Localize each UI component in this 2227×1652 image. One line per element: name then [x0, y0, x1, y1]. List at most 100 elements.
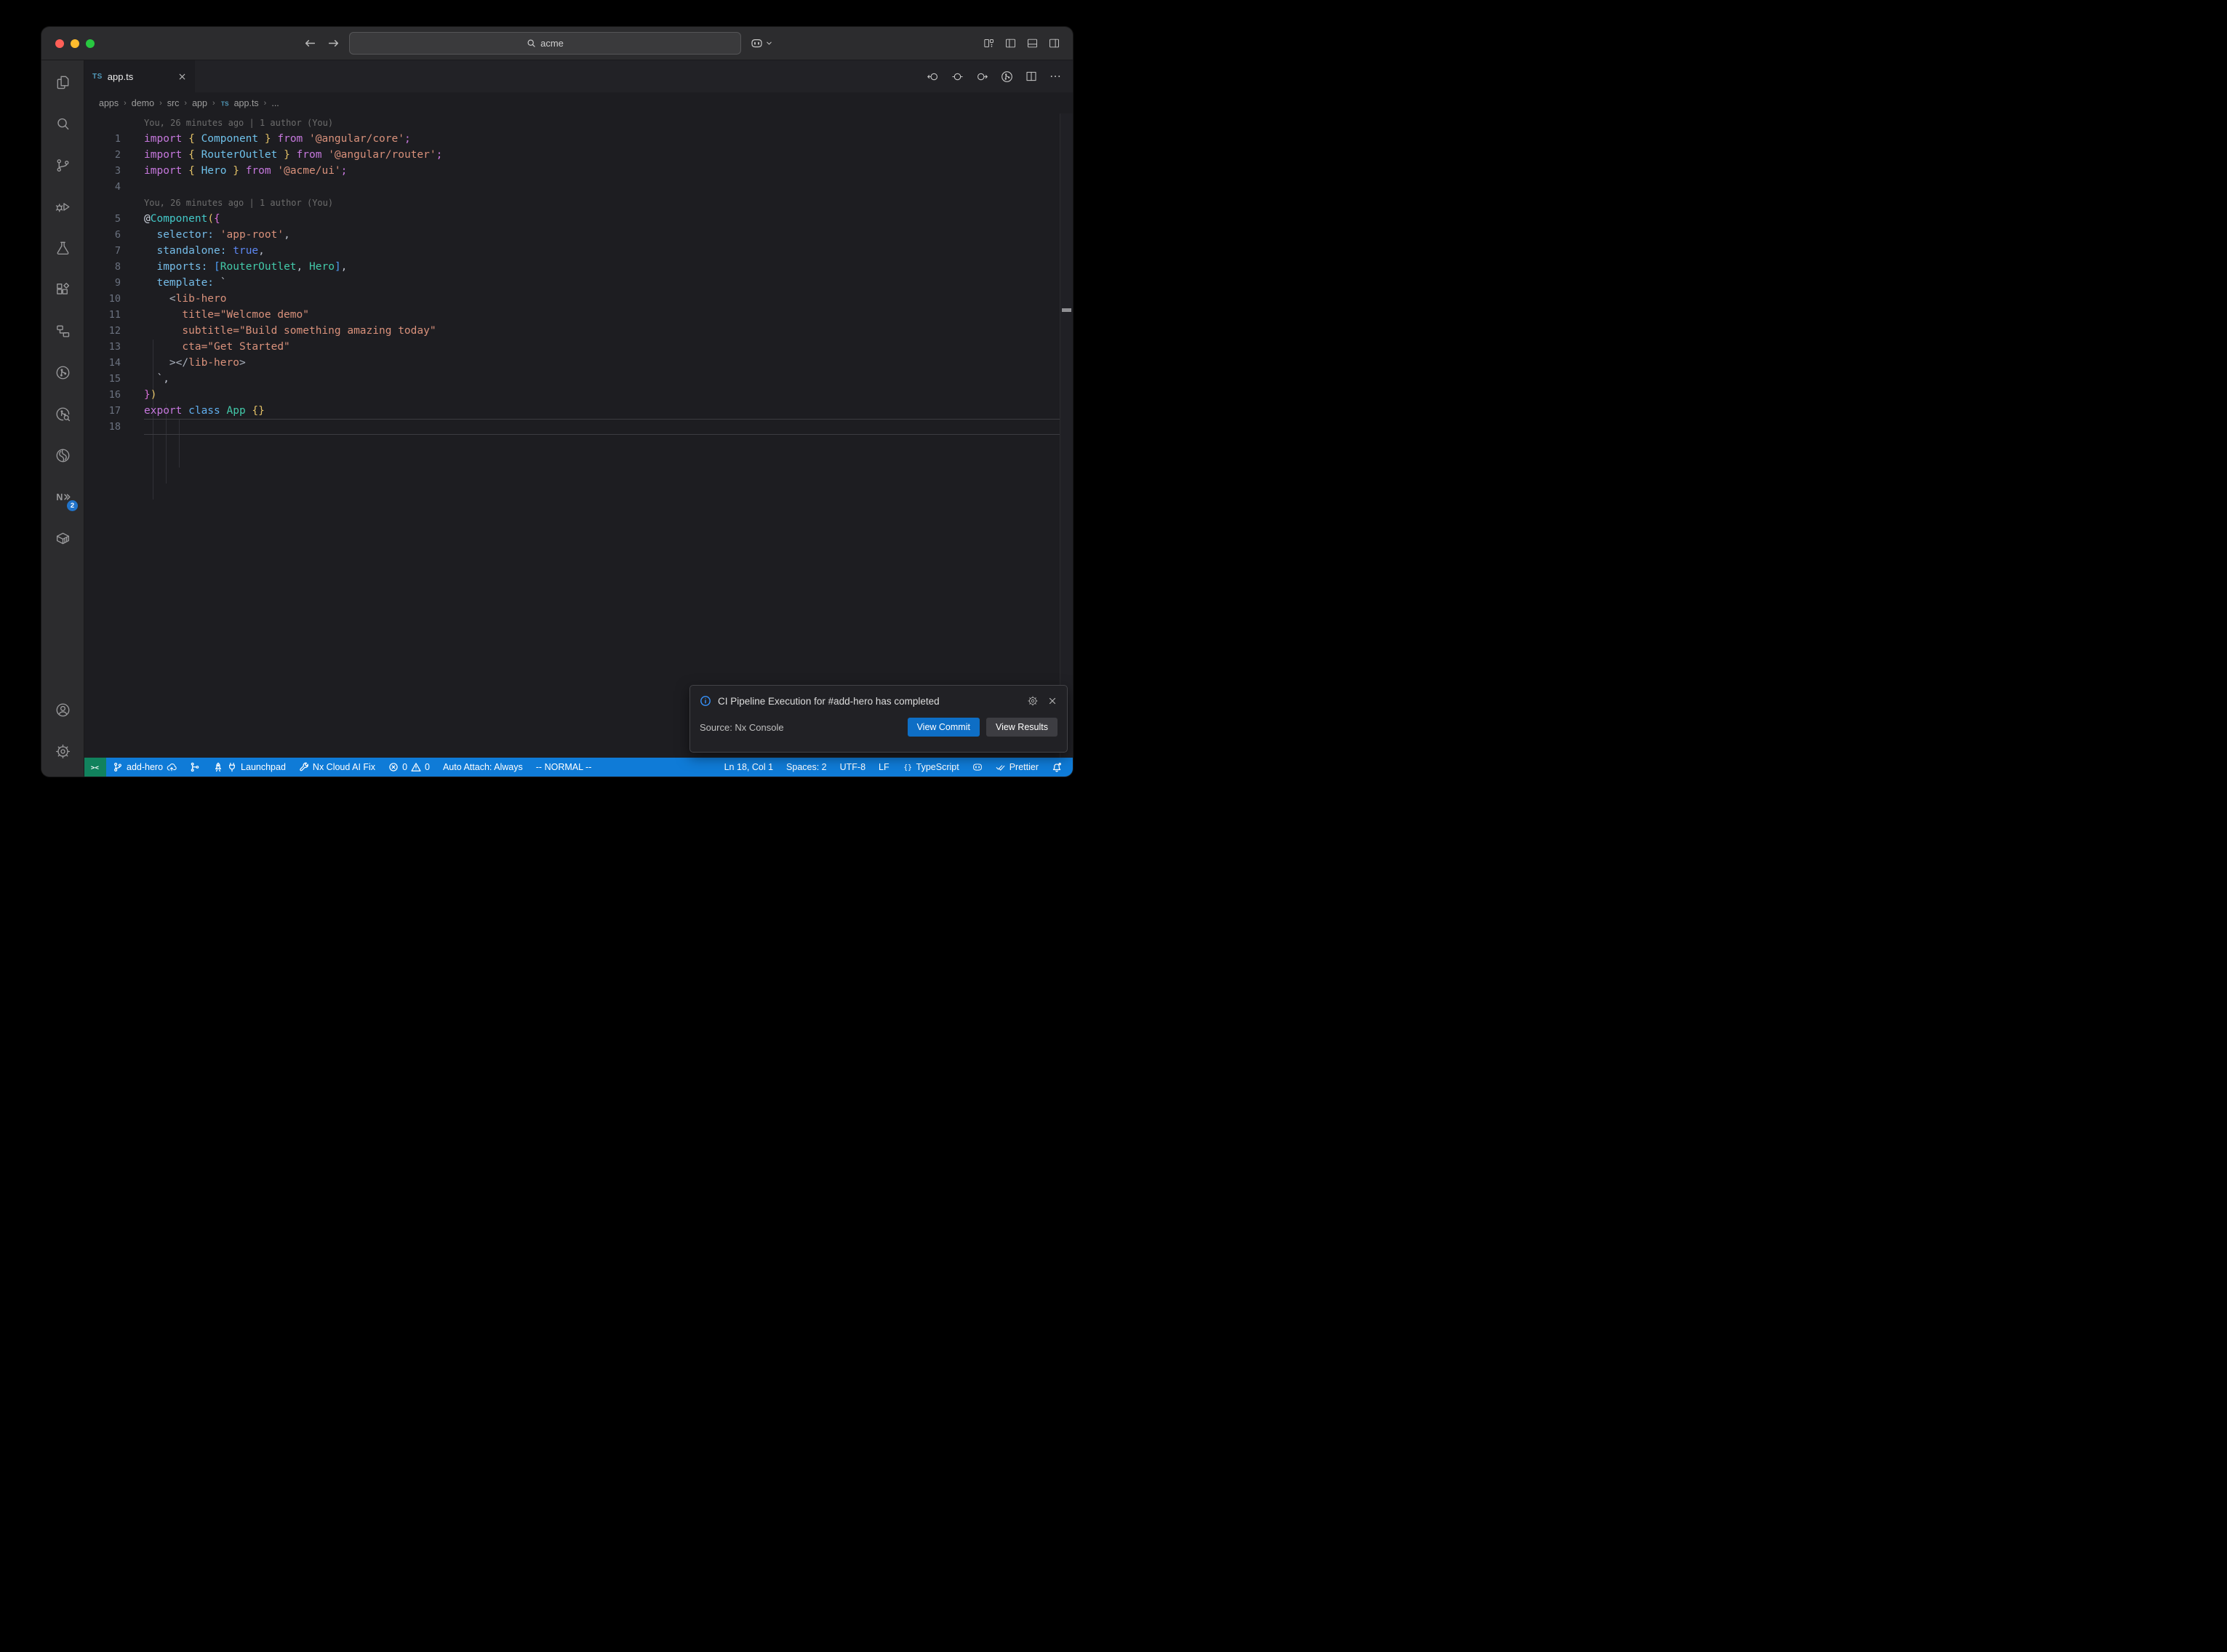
code-line-11[interactable]: 11 title="Welcmoe demo": [84, 307, 1060, 323]
tab-app-ts[interactable]: TS app.ts: [84, 60, 195, 92]
code-text: subtitle="Build something amazing today": [144, 325, 436, 337]
toast-source: Source: Nx Console: [700, 722, 784, 733]
status-auto-attach[interactable]: Auto Attach: Always: [436, 758, 529, 777]
activity-item-run-debug[interactable]: [41, 186, 84, 228]
code-line-2[interactable]: 2import { RouterOutlet } from '@angular/…: [84, 147, 1060, 163]
toggle-secondary-sidebar-icon[interactable]: [1048, 37, 1060, 49]
go-forward-icon[interactable]: [327, 37, 340, 49]
activity-item-search[interactable]: [41, 103, 84, 145]
code-line-10[interactable]: 10 <lib-hero: [84, 291, 1060, 307]
status-label: Ln 18, Col 1: [724, 762, 773, 772]
breadcrumb-separator-icon: ›: [124, 99, 127, 108]
breadcrumb-item-apps[interactable]: apps: [99, 98, 119, 108]
status-problems[interactable]: 00: [382, 758, 436, 777]
notification-settings-gear-icon[interactable]: [1027, 695, 1039, 707]
copilot-menu[interactable]: [751, 37, 773, 49]
status-copilot-status[interactable]: [966, 758, 989, 777]
code-line-6[interactable]: 6 selector: 'app-root',: [84, 227, 1060, 243]
toggle-panel-icon[interactable]: [1026, 37, 1039, 49]
line-number: 16: [84, 389, 144, 401]
activity-item-extensions[interactable]: [41, 269, 84, 310]
activity-bar-bottom: [41, 689, 84, 777]
activity-item-commit-graph-search[interactable]: [41, 393, 84, 435]
status-language-mode[interactable]: {}TypeScript: [896, 758, 966, 777]
line-number: 9: [84, 277, 144, 289]
status-eol[interactable]: LF: [872, 758, 896, 777]
explorer-icon: [55, 74, 71, 91]
activity-item-container[interactable]: [41, 518, 84, 559]
svg-text:TS: TS: [220, 100, 228, 107]
customize-layout-icon[interactable]: [983, 37, 995, 49]
status-nx-cloud-ai-fix[interactable]: Nx Cloud AI Fix: [292, 758, 382, 777]
activity-item-accounts[interactable]: [41, 689, 84, 731]
code-line-17[interactable]: 17export class App {}: [84, 403, 1060, 419]
status-indentation[interactable]: Spaces: 2: [780, 758, 833, 777]
status-launchpad[interactable]: Launchpad: [207, 758, 292, 777]
code-line-7[interactable]: 7 standalone: true,: [84, 243, 1060, 259]
go-back-icon[interactable]: [304, 37, 316, 49]
previous-change-icon[interactable]: [926, 70, 940, 84]
minimize-window-button[interactable]: [71, 39, 79, 48]
code-line-13[interactable]: 13 cta="Get Started": [84, 339, 1060, 355]
status-encoding[interactable]: UTF-8: [833, 758, 872, 777]
breadcrumb-item--[interactable]: ...: [271, 98, 279, 108]
code-line-1[interactable]: 1import { Component } from '@angular/cor…: [84, 131, 1060, 147]
code-line-8[interactable]: 8 imports: [RouterOutlet, Hero],: [84, 259, 1060, 275]
code-line-16[interactable]: 16}): [84, 387, 1060, 403]
status-vim-mode[interactable]: -- NORMAL --: [529, 758, 599, 777]
split-editor-icon[interactable]: [1025, 70, 1038, 83]
activity-item-hierarchy[interactable]: [41, 310, 84, 352]
code-line-3[interactable]: 3import { Hero } from '@acme/ui';: [84, 163, 1060, 179]
status-formatter-prettier[interactable]: Prettier: [989, 758, 1045, 777]
gitlens-graph-icon[interactable]: [1000, 70, 1014, 84]
status-git-branch[interactable]: add-hero: [106, 758, 183, 777]
accounts-icon: [55, 702, 71, 718]
code-line-18[interactable]: 18: [84, 419, 1060, 435]
code-text: export class App {}: [144, 405, 265, 417]
editor-actions: [926, 60, 1073, 92]
activity-item-nx[interactable]: N2: [41, 476, 84, 518]
zoom-window-button[interactable]: [86, 39, 95, 48]
activity-item-swirl[interactable]: [41, 435, 84, 476]
vscode-window: acme N2 TS app.ts: [41, 27, 1073, 777]
code-line-12[interactable]: 12 subtitle="Build something amazing tod…: [84, 323, 1060, 339]
changes-icon[interactable]: [951, 70, 964, 84]
more-actions-icon[interactable]: [1049, 70, 1062, 83]
code-line-4[interactable]: 4: [84, 179, 1060, 195]
breadcrumb-item-app[interactable]: app: [192, 98, 207, 108]
status-remote-indicator[interactable]: ><: [84, 758, 106, 777]
activity-item-explorer[interactable]: [41, 62, 84, 103]
activity-item-commit-graph[interactable]: [41, 352, 84, 393]
breadcrumb-item-app-ts[interactable]: TSapp.ts: [220, 98, 259, 108]
next-change-icon[interactable]: [975, 70, 989, 84]
status-notifications-bell[interactable]: [1045, 758, 1068, 777]
code-line-15[interactable]: 15 `,: [84, 371, 1060, 387]
command-center-search[interactable]: acme: [349, 32, 741, 55]
toast-title: CI Pipeline Execution for #add-hero has …: [718, 696, 1020, 707]
close-window-button[interactable]: [55, 39, 64, 48]
code-editor[interactable]: You, 26 minutes ago | 1 author (You)1imp…: [84, 113, 1073, 758]
line-number: 13: [84, 341, 144, 353]
view-results-button[interactable]: View Results: [986, 718, 1057, 737]
view-commit-button[interactable]: View Commit: [908, 718, 980, 737]
code-line-14[interactable]: 14 ></lib-hero>: [84, 355, 1060, 371]
activity-item-source-control[interactable]: [41, 145, 84, 186]
close-notification-icon[interactable]: [1047, 696, 1057, 706]
status-source-control-graph[interactable]: [183, 758, 207, 777]
close-tab-icon[interactable]: [177, 72, 187, 81]
scrollbar[interactable]: [1060, 113, 1073, 758]
status-label: Nx Cloud AI Fix: [313, 762, 375, 772]
breadcrumb-separator-icon: ›: [264, 99, 267, 108]
breadcrumb-item-src[interactable]: src: [167, 98, 180, 108]
status-cursor-position[interactable]: Ln 18, Col 1: [718, 758, 780, 777]
activity-item-settings[interactable]: [41, 731, 84, 772]
activity-item-testing[interactable]: [41, 228, 84, 269]
git-blame-annotation: You, 26 minutes ago | 1 author (You): [84, 115, 1060, 131]
toggle-primary-sidebar-icon[interactable]: [1004, 37, 1017, 49]
extensions-icon: [55, 281, 71, 298]
breadcrumb-label: app: [192, 98, 207, 108]
code-line-9[interactable]: 9 template: `: [84, 275, 1060, 291]
breadcrumb-item-demo[interactable]: demo: [132, 98, 154, 108]
copilot-icon: [972, 762, 983, 772]
code-line-5[interactable]: 5@Component({: [84, 211, 1060, 227]
